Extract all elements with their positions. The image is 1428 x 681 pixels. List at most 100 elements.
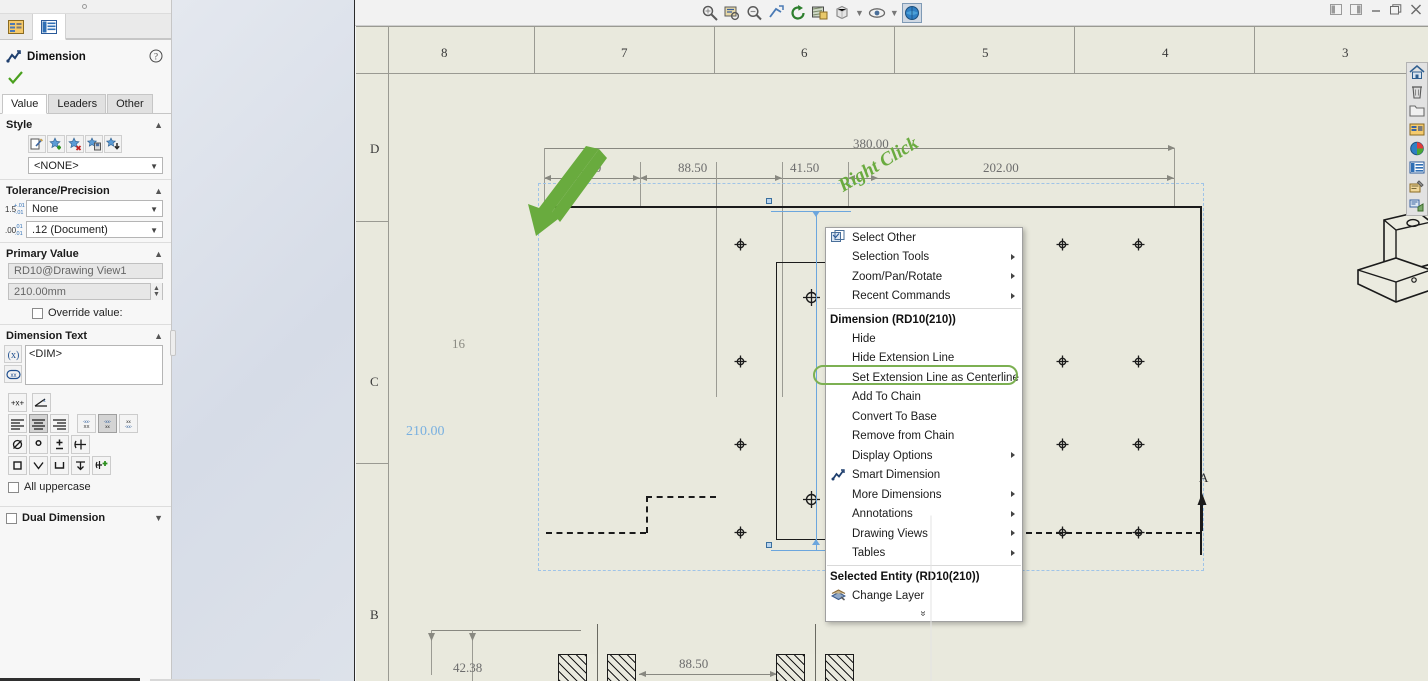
save-favorite-icon[interactable] [85, 135, 103, 153]
align-center-icon[interactable] [29, 414, 48, 433]
countersink-icon[interactable] [29, 456, 48, 475]
dropdown-arrow-icon[interactable]: ▼ [889, 8, 900, 18]
context-menu[interactable]: Select Other Selection Tools Zoom/Pan/Ro… [813, 227, 1023, 681]
section-header-style[interactable]: Style ▲ [0, 114, 171, 134]
ctx-select-other[interactable]: Select Other [826, 228, 1022, 248]
dimension-value-field[interactable]: 210.00mm ▲ ▼ [8, 283, 163, 300]
ctx-hide[interactable]: Hide [826, 329, 1022, 349]
ctx-smart-dimension[interactable]: Smart Dimension [826, 466, 1022, 486]
center-mark[interactable] [734, 526, 747, 539]
ctx-recent-commands[interactable]: Recent Commands [826, 287, 1022, 307]
restore-panel-left-icon[interactable] [1329, 3, 1342, 16]
folder-icon[interactable] [1407, 101, 1427, 120]
center-mark[interactable] [734, 355, 747, 368]
tab-value[interactable]: Value [2, 94, 48, 114]
minimize-icon[interactable] [1369, 3, 1382, 16]
ctx-more-dimensions[interactable]: More Dimensions [826, 485, 1022, 505]
hide-show-items-icon[interactable] [867, 3, 887, 23]
plus-minus-icon[interactable] [50, 435, 69, 454]
dim-8850-section[interactable]: 88.50 [679, 656, 708, 672]
delete-favorite-icon[interactable] [66, 135, 84, 153]
home-icon[interactable] [1407, 63, 1427, 82]
ctx-set-extension-line-as-centerline[interactable]: Set Extension Line as Centerline [813, 365, 1022, 388]
center-mark[interactable] [1056, 238, 1069, 251]
add-favorite-icon[interactable] [47, 135, 65, 153]
center-mark[interactable] [734, 438, 747, 451]
rebuild-icon[interactable] [788, 3, 808, 23]
dropdown-arrow-icon[interactable]: ▼ [854, 8, 865, 18]
ctx-hide-extension-line[interactable]: Hide Extension Line [826, 349, 1022, 369]
center-mark[interactable] [1132, 438, 1145, 451]
center-mark[interactable] [802, 490, 821, 509]
value-stepper[interactable]: ▲ ▼ [150, 283, 162, 300]
all-uppercase-checkbox[interactable] [8, 481, 19, 493]
favorite-edit-icon[interactable] [28, 135, 46, 153]
dim-handle-bottom[interactable] [766, 542, 772, 548]
center-mark[interactable] [1132, 526, 1145, 539]
tolerance-select[interactable]: None ▼ [26, 200, 163, 217]
ctx-convert-to-base[interactable]: Convert To Base [826, 407, 1022, 427]
dim-210[interactable]: 210.00 [406, 424, 445, 440]
add-parenthesis-icon[interactable]: (x) [4, 345, 22, 363]
dim-20200[interactable]: 202.00 [983, 160, 1019, 176]
center-mark[interactable] [1056, 526, 1069, 539]
view-palette-icon[interactable] [1407, 196, 1427, 215]
text-offset-icon[interactable]: xx -xx- [119, 414, 138, 433]
dual-dimension-checkbox[interactable] [6, 512, 17, 524]
center-mark-selected[interactable] [802, 288, 821, 307]
ctx-display-options[interactable]: Display Options [826, 446, 1022, 466]
property-manager-tab[interactable] [33, 14, 66, 40]
text-center-icon[interactable]: -xx-xx [98, 414, 117, 433]
dim-handle-top[interactable] [766, 198, 772, 204]
context-menu-expand-button[interactable]: » [916, 515, 932, 681]
ctx-zoom-pan-rotate[interactable]: Zoom/Pan/Rotate [826, 267, 1022, 287]
previous-view-icon[interactable] [766, 3, 786, 23]
zoom-to-area-icon[interactable] [722, 3, 742, 23]
style-select[interactable]: <NONE> ▼ [28, 157, 163, 174]
center-mark[interactable] [734, 238, 747, 251]
depth-icon[interactable] [71, 456, 90, 475]
custom-props-icon[interactable] [1407, 177, 1427, 196]
inspection-frame-icon[interactable]: xx [4, 365, 22, 383]
selected-dim-line-vertical[interactable] [816, 211, 817, 551]
tab-other[interactable]: Other [107, 94, 153, 113]
restore-icon[interactable] [1389, 3, 1402, 16]
override-value-checkbox[interactable] [32, 307, 43, 319]
close-icon[interactable] [1409, 3, 1422, 16]
apply-scene-icon[interactable] [901, 3, 922, 23]
restore-panel-right-icon[interactable] [1349, 3, 1362, 16]
section-header-dual-dimension[interactable]: Dual Dimension ▼ [0, 506, 171, 527]
square-icon[interactable] [8, 456, 27, 475]
center-mark[interactable] [1056, 438, 1069, 451]
dim-4238[interactable]: 42.38 [453, 660, 482, 676]
section-header-dimension-text[interactable]: Dimension Text ▲ [0, 324, 171, 345]
dim-partial-16[interactable]: 16 [452, 336, 465, 352]
display-style-icon[interactable] [832, 3, 852, 23]
ctx-remove-from-chain[interactable]: Remove from Chain [826, 427, 1022, 447]
panel-splitter-handle[interactable] [170, 330, 176, 356]
override-value-row[interactable]: Override value: [0, 305, 171, 324]
precision-select[interactable]: .12 (Document) ▼ [26, 221, 163, 238]
centerline-icon[interactable] [71, 435, 90, 454]
tab-leaders[interactable]: Leaders [48, 94, 107, 113]
green-check-icon[interactable] [8, 70, 23, 88]
load-favorite-icon[interactable] [104, 135, 122, 153]
zoom-in-out-icon[interactable] [744, 3, 764, 23]
pin-icon[interactable] [82, 4, 87, 9]
zoom-to-fit-icon[interactable] [700, 3, 720, 23]
more-symbols-icon[interactable] [92, 456, 111, 475]
section-header-tolerance[interactable]: Tolerance/Precision ▲ [0, 179, 171, 200]
isometric-view[interactable] [1356, 211, 1428, 325]
center-mark[interactable] [1132, 238, 1145, 251]
degree-icon[interactable] [29, 435, 48, 454]
all-uppercase-row[interactable]: All uppercase [0, 479, 171, 498]
window-icon[interactable] [1407, 120, 1427, 139]
center-mark[interactable] [1056, 355, 1069, 368]
appearances-icon[interactable] [1407, 139, 1427, 158]
add-value-icon[interactable]: +x+ [8, 393, 27, 412]
ctx-selection-tools[interactable]: Selection Tools [826, 248, 1022, 268]
trash-icon[interactable] [1407, 82, 1427, 101]
section-view-icon[interactable] [810, 3, 830, 23]
diameter-icon[interactable] [8, 435, 27, 454]
help-question-icon[interactable]: ? [149, 49, 163, 63]
